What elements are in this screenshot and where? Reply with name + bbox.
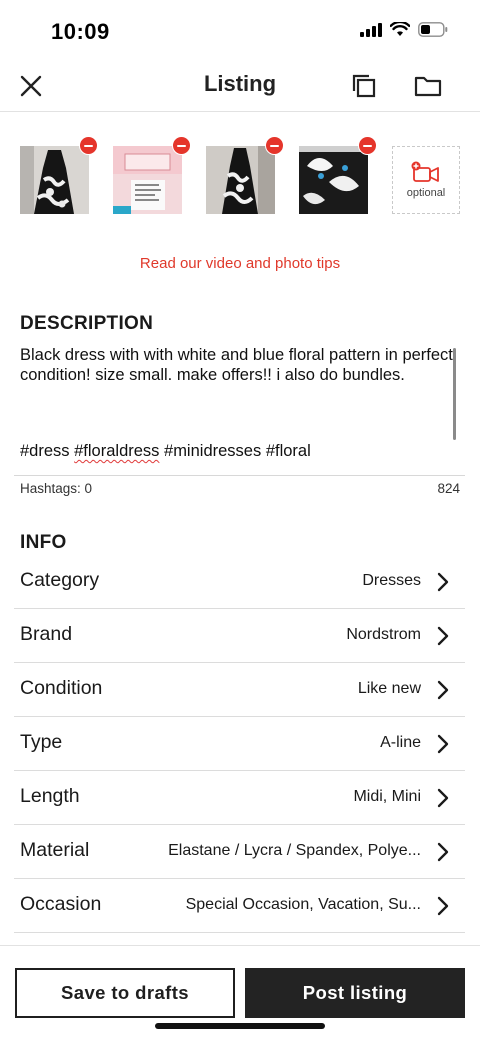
page-title: Listing	[203, 71, 277, 96]
post-listing-button[interactable]: Post listing	[245, 968, 465, 1018]
listing-photo[interactable]	[206, 146, 275, 214]
description-input[interactable]: Black dress with with white and blue flo…	[20, 345, 460, 385]
info-row-brand[interactable]: Brand Nordstrom	[14, 609, 465, 663]
photo-strip: optional	[0, 136, 480, 226]
info-row-type[interactable]: Type A-line	[14, 717, 465, 771]
hashtag: #dress	[20, 442, 70, 460]
remove-photo-button[interactable]	[79, 136, 98, 155]
hashtag: #floral	[265, 442, 311, 460]
character-count: 824	[437, 481, 460, 496]
description-scrollbar[interactable]	[453, 348, 456, 440]
folder-icon	[414, 76, 442, 97]
copy-button[interactable]	[346, 68, 382, 104]
status-bar: 10:09	[0, 0, 480, 60]
chevron-right-icon	[437, 842, 449, 862]
chevron-right-icon	[437, 788, 449, 808]
description-title: DESCRIPTION	[20, 313, 154, 334]
status-icons	[360, 22, 448, 37]
info-row-occasion[interactable]: Occasion Special Occasion, Vacation, Su.…	[14, 879, 465, 933]
description-hashtags[interactable]: #dress #floraldress #minidresses #floral	[20, 442, 311, 461]
info-row-length[interactable]: Length Midi, Mini	[14, 771, 465, 825]
save-to-drafts-button[interactable]: Save to drafts	[15, 968, 235, 1018]
add-video-icon	[411, 161, 439, 182]
signal-icon	[360, 22, 382, 37]
info-value: Nordstrom	[346, 626, 421, 643]
hashtag-count: Hashtags: 0	[20, 481, 93, 496]
info-label: Length	[20, 785, 80, 807]
remove-photo-button[interactable]	[358, 136, 377, 155]
info-value: Special Occasion, Vacation, Su...	[185, 896, 421, 913]
info-value: A-line	[380, 734, 421, 751]
info-label: Condition	[20, 677, 103, 699]
chevron-right-icon	[437, 572, 449, 592]
info-label: Material	[20, 839, 90, 861]
add-video-button[interactable]: optional	[392, 146, 460, 214]
info-value: Elastane / Lycra / Spandex, Polye...	[168, 842, 421, 859]
battery-icon	[418, 22, 448, 37]
listing-photo[interactable]	[299, 146, 368, 214]
divider	[14, 475, 465, 476]
chevron-right-icon	[437, 896, 449, 916]
info-value: Dresses	[362, 572, 421, 589]
info-label: Type	[20, 731, 63, 753]
status-time: 10:09	[51, 19, 110, 44]
chevron-right-icon	[437, 680, 449, 700]
chevron-right-icon	[437, 626, 449, 646]
photo-tips-link[interactable]: Read our video and photo tips	[0, 255, 480, 272]
bottom-action-bar: Save to drafts Post listing	[0, 945, 480, 1039]
copy-icon	[352, 74, 376, 98]
listing-photo[interactable]	[113, 146, 182, 214]
home-indicator[interactable]	[155, 1023, 325, 1029]
listing-photo[interactable]	[20, 146, 89, 214]
info-row-category[interactable]: Category Dresses	[14, 555, 465, 609]
info-row-condition[interactable]: Condition Like new	[14, 663, 465, 717]
info-value: Midi, Mini	[353, 788, 421, 805]
remove-photo-button[interactable]	[172, 136, 191, 155]
info-value: Like new	[357, 680, 421, 697]
info-label: Category	[20, 569, 100, 591]
hashtag: #floraldress	[74, 442, 160, 460]
remove-photo-button[interactable]	[265, 136, 284, 155]
info-title: INFO	[20, 532, 67, 553]
info-label: Occasion	[20, 893, 102, 915]
info-label: Brand	[20, 623, 73, 645]
info-row-material[interactable]: Material Elastane / Lycra / Spandex, Pol…	[14, 825, 465, 879]
drafts-folder-button[interactable]	[410, 68, 446, 104]
optional-label: optional	[406, 187, 446, 199]
wifi-icon	[390, 22, 410, 36]
chevron-right-icon	[437, 734, 449, 754]
header: Listing	[0, 60, 480, 112]
hashtag: #minidresses	[164, 442, 262, 460]
